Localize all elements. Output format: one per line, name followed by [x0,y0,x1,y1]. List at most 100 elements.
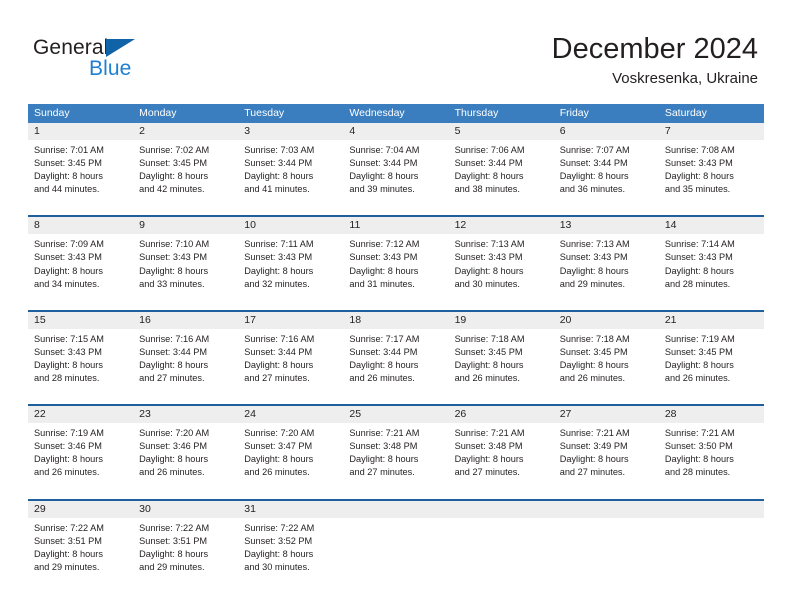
day-cell-7[interactable]: Sunrise: 7:08 AM Sunset: 3:43 PM Daylight:… [659,140,764,202]
sunrise-text: Sunrise: 7:14 AM [664,239,735,250]
day-cell-4[interactable]: Sunrise: 7:04 AM Sunset: 3:44 PM Daylight:… [343,140,448,202]
daylight-text-line2: and 28 minutes. [664,467,731,478]
daylight-text-line2: and 27 minutes. [244,373,310,384]
day-cell-15[interactable]: Sunrise: 7:15 AM Sunset: 3:43 PM Daylight:… [28,329,133,391]
daylight-text-line1: Daylight: 8 hours [454,171,524,182]
sunset-text: Sunset: 3:51 PM [139,535,208,546]
sunset-text: Sunset: 3:43 PM [664,158,733,169]
week-spacer [28,296,764,310]
day-number-6[interactable]: 6 [554,123,659,140]
sunset-text: Sunset: 3:45 PM [664,346,733,357]
day-cell-29[interactable]: Sunrise: 7:22 AM Sunset: 3:51 PM Daylight:… [28,518,133,580]
day-number-13[interactable]: 13 [554,217,659,234]
day-number-1[interactable]: 1 [28,123,133,140]
day-cell-16[interactable]: Sunrise: 7:16 AM Sunset: 3:44 PM Daylight:… [133,329,238,391]
day-cell-11[interactable]: Sunrise: 7:12 AM Sunset: 3:43 PM Daylight:… [343,234,448,296]
page-header: General Blue December 2024 Voskresenka, … [0,0,792,100]
day-cell-empty [449,518,554,580]
day-cell-2[interactable]: Sunrise: 7:02 AM Sunset: 3:45 PM Daylight:… [133,140,238,202]
sunrise-text: Sunrise: 7:10 AM [139,239,210,250]
day-number-11[interactable]: 11 [343,217,448,234]
day-cell-6[interactable]: Sunrise: 7:07 AM Sunset: 3:44 PM Daylight:… [554,140,659,202]
day-number-28[interactable]: 28 [659,406,764,423]
day-cell-13[interactable]: Sunrise: 7:13 AM Sunset: 3:43 PM Daylight:… [554,234,659,296]
day-number-18[interactable]: 18 [343,312,448,329]
day-cell-1[interactable]: Sunrise: 7:01 AM Sunset: 3:45 PM Daylight:… [28,140,133,202]
day-cell-8[interactable]: Sunrise: 7:09 AM Sunset: 3:43 PM Daylight:… [28,234,133,296]
day-number-12[interactable]: 12 [449,217,554,234]
sunrise-text: Sunrise: 7:01 AM [34,145,104,155]
day-cell-19[interactable]: Sunrise: 7:18 AM Sunset: 3:45 PM Daylight:… [449,329,554,391]
day-cell-18[interactable]: Sunrise: 7:17 AM Sunset: 3:44 PM Daylight:… [343,329,448,391]
day-number-8[interactable]: 8 [28,217,133,234]
day-cell-22[interactable]: Sunrise: 7:19 AM Sunset: 3:46 PM Daylight:… [28,423,133,485]
sunrise-text: Sunrise: 7:15 AM [34,333,104,344]
day-number-29[interactable]: 29 [28,501,133,518]
day-cell-28[interactable]: Sunrise: 7:21 AM Sunset: 3:50 PM Daylight:… [659,423,764,485]
day-cell-21[interactable]: Sunrise: 7:19 AM Sunset: 3:45 PM Daylight:… [659,329,764,391]
day-cell-20[interactable]: Sunrise: 7:18 AM Sunset: 3:45 PM Daylight:… [554,329,659,391]
day-number-30[interactable]: 30 [133,501,238,518]
day-number-23[interactable]: 23 [133,406,238,423]
day-cell-25[interactable]: Sunrise: 7:21 AM Sunset: 3:48 PM Daylight:… [343,423,448,485]
day-cell-14[interactable]: Sunrise: 7:14 AM Sunset: 3:43 PM Daylight:… [659,234,764,296]
day-number-17[interactable]: 17 [238,312,343,329]
day-number-9[interactable]: 9 [133,217,238,234]
daylight-text-line1: Daylight: 8 hours [34,548,103,559]
general-blue-logo[interactable]: General Blue [33,36,173,82]
day-number-empty [554,501,659,518]
day-cell-31[interactable]: Sunrise: 7:22 AM Sunset: 3:52 PM Daylight:… [238,518,343,580]
day-number-3[interactable]: 3 [238,123,343,140]
day-number-14[interactable]: 14 [659,217,764,234]
day-number-15[interactable]: 15 [28,312,133,329]
daylight-text-line1: Daylight: 8 hours [139,454,209,465]
sunrise-text: Sunrise: 7:04 AM [349,145,420,155]
day-number-19[interactable]: 19 [449,312,554,329]
sunset-text: Sunset: 3:48 PM [454,441,523,452]
weekday-header-friday: Friday [559,107,589,119]
calendar-week-row: 8 9 10 11 12 13 14 Sunrise: 7:09 AM Sunset: 3:43… [28,202,764,297]
day-cell-26[interactable]: Sunrise: 7:21 AM Sunset: 3:48 PM Daylight:… [449,423,554,485]
day-number-25[interactable]: 25 [343,406,448,423]
day-cell-3[interactable]: Sunrise: 7:03 AM Sunset: 3:44 PM Daylight:… [238,140,343,202]
daylight-text-line1: Daylight: 8 hours [559,171,629,182]
day-cell-12[interactable]: Sunrise: 7:13 AM Sunset: 3:43 PM Daylight:… [449,234,554,296]
day-cell-5[interactable]: Sunrise: 7:06 AM Sunset: 3:44 PM Daylight:… [449,140,554,202]
daylight-text-line1: Daylight: 8 hours [244,171,314,182]
day-number-4[interactable]: 4 [343,123,448,140]
day-cell-24[interactable]: Sunrise: 7:20 AM Sunset: 3:47 PM Daylight:… [238,423,343,485]
daylight-text-line1: Daylight: 8 hours [454,359,524,370]
day-cell-30[interactable]: Sunrise: 7:22 AM Sunset: 3:51 PM Daylight:… [133,518,238,580]
weekday-header-row: Sunday Monday Tuesday Wednesday Thursday Frid… [28,104,764,123]
day-number-22[interactable]: 22 [28,406,133,423]
day-number-16[interactable]: 16 [133,312,238,329]
day-cell-10[interactable]: Sunrise: 7:11 AM Sunset: 3:43 PM Daylight:… [238,234,343,296]
daylight-text-line2: and 27 minutes. [139,373,205,384]
day-number-21[interactable]: 21 [659,312,764,329]
sunset-text: Sunset: 3:47 PM [244,441,313,452]
day-number-2[interactable]: 2 [133,123,238,140]
day-number-10[interactable]: 10 [238,217,343,234]
sunrise-text: Sunrise: 7:06 AM [454,145,525,155]
day-number-26[interactable]: 26 [449,406,554,423]
sunset-text: Sunset: 3:44 PM [454,158,523,169]
day-cell-17[interactable]: Sunrise: 7:16 AM Sunset: 3:44 PM Daylight:… [238,329,343,391]
day-cell-9[interactable]: Sunrise: 7:10 AM Sunset: 3:43 PM Daylight:… [133,234,238,296]
day-number-empty [659,501,764,518]
day-number-24[interactable]: 24 [238,406,343,423]
calendar-grid: Sunday Monday Tuesday Wednesday Thursday Frid… [28,104,764,580]
sunset-text: Sunset: 3:48 PM [349,441,418,452]
sunrise-text: Sunrise: 7:18 AM [559,333,630,344]
day-number-27[interactable]: 27 [554,406,659,423]
day-number-20[interactable]: 20 [554,312,659,329]
sunrise-text: Sunrise: 7:08 AM [664,145,735,155]
day-number-5[interactable]: 5 [449,123,554,140]
day-number-31[interactable]: 31 [238,501,343,518]
week-spacer [28,202,764,216]
day-number-7[interactable]: 7 [659,123,764,140]
sunset-text: Sunset: 3:44 PM [244,158,313,169]
daylight-text-line2: and 39 minutes. [349,184,415,195]
day-cell-27[interactable]: Sunrise: 7:21 AM Sunset: 3:49 PM Daylight:… [554,423,659,485]
day-cell-23[interactable]: Sunrise: 7:20 AM Sunset: 3:46 PM Daylight:… [133,423,238,485]
sunrise-text: Sunrise: 7:07 AM [559,145,630,155]
